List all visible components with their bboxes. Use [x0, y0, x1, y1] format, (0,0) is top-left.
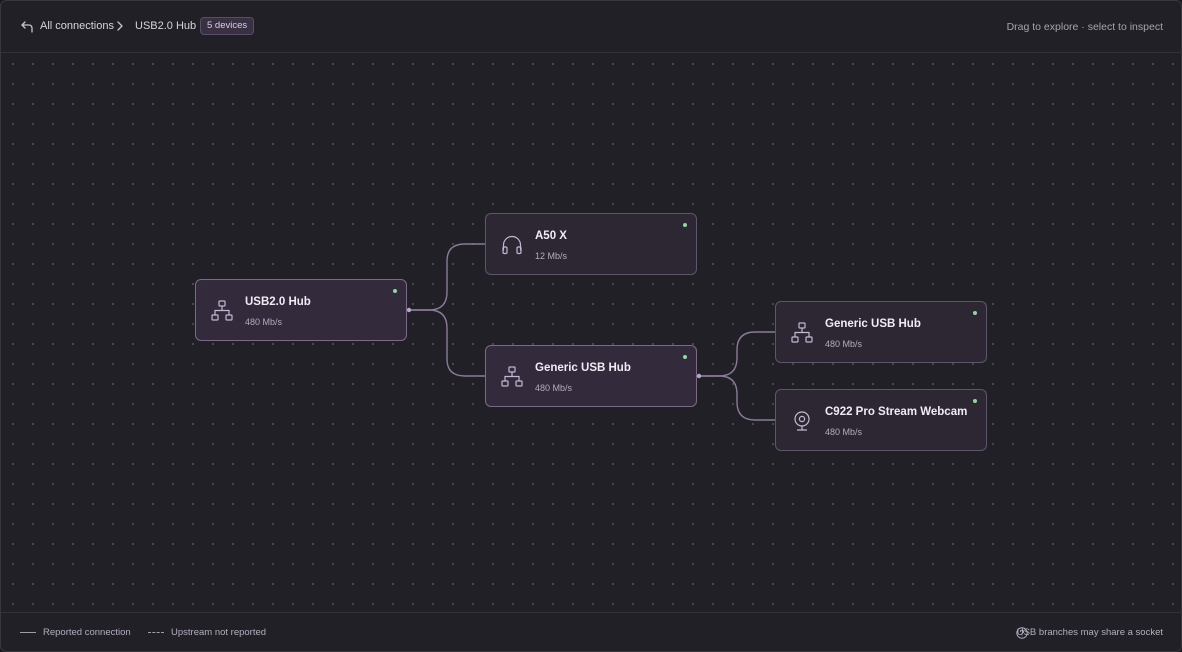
device-node-c922[interactable]: C922 Pro Stream Webcam 480 Mb/s	[775, 389, 987, 451]
footer-legend: Reported connection Upstream not reporte…	[1, 612, 1181, 651]
link-usb2hub-a50x	[409, 243, 485, 311]
device-speed: 480 Mb/s	[245, 317, 283, 327]
link-generic1-c922	[699, 375, 775, 421]
device-speed: 480 Mb/s	[535, 383, 573, 393]
headphones-icon	[500, 233, 524, 257]
device-node-a50x[interactable]: A50 X 12 Mb/s	[485, 213, 697, 275]
hub-icon	[210, 299, 234, 323]
topology-canvas[interactable]: USB2.0 Hub 480 Mb/s A50 X 12 Mb/s Generi…	[1, 53, 1181, 612]
device-speed: 480 Mb/s	[825, 339, 863, 349]
breadcrumb-all-connections[interactable]: All connections	[40, 20, 114, 32]
status-dot	[683, 355, 687, 359]
legend-dashed-line	[148, 632, 164, 633]
port-generic1-out	[696, 373, 702, 379]
device-count-badge: 5 devices	[200, 17, 255, 35]
status-dot	[683, 223, 687, 227]
back-arrow-icon[interactable]	[19, 19, 35, 35]
legend-solid-line	[20, 632, 36, 633]
device-node-usb2-hub[interactable]: USB2.0 Hub 480 Mb/s	[195, 279, 407, 341]
device-name: Generic USB Hub	[535, 362, 631, 374]
breadcrumb-current: USB2.0 Hub	[135, 20, 197, 32]
device-node-generic-hub-1[interactable]: Generic USB Hub 480 Mb/s	[485, 345, 697, 407]
device-node-generic-hub-2[interactable]: Generic USB Hub 480 Mb/s	[775, 301, 987, 363]
port-usb2hub-out	[406, 307, 412, 313]
device-speed: 12 Mb/s	[535, 251, 568, 261]
device-name: USB2.0 Hub	[245, 296, 311, 308]
legend-reported-label: Reported connection	[43, 627, 131, 638]
device-name: C922 Pro Stream Webcam	[825, 406, 968, 418]
chevron-right-icon	[115, 19, 125, 33]
device-speed: 480 Mb/s	[825, 427, 863, 437]
canvas-hint: Drag to explore · select to inspect	[1006, 21, 1163, 33]
help-text: USB branches may share a socket	[1016, 627, 1163, 638]
device-name: A50 X	[535, 230, 567, 242]
webcam-icon	[790, 409, 814, 433]
app-window: All connections USB2.0 Hub 5 devices Dra…	[0, 0, 1182, 652]
status-dot	[393, 289, 397, 293]
link-generic1-generic2	[699, 331, 775, 377]
legend-upstream-label: Upstream not reported	[171, 627, 267, 638]
header-bar: All connections USB2.0 Hub 5 devices Dra…	[1, 1, 1181, 53]
hub-icon	[790, 321, 814, 345]
device-name: Generic USB Hub	[825, 318, 921, 330]
connection-links	[406, 243, 775, 421]
link-usb2hub-generic1	[409, 309, 485, 377]
status-dot	[973, 399, 977, 403]
status-dot	[973, 311, 977, 315]
hub-icon	[500, 365, 524, 389]
